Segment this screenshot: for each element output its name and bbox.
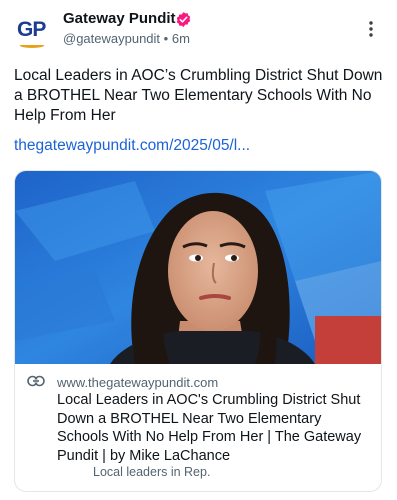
post-time[interactable]: 6m <box>172 31 190 46</box>
account-name[interactable]: Gateway Pundit <box>63 10 176 27</box>
card-domain[interactable]: www.thegatewaypundit.com <box>57 375 218 390</box>
link-preview-card[interactable]: www.thegatewaypundit.com Local Leaders i… <box>14 170 382 492</box>
post: GP Gateway Pundit @gatewaypundit • 6m Lo… <box>0 0 397 500</box>
handle-separator: • <box>163 31 169 46</box>
post-text: Local Leaders in AOC’s Crumbling Distric… <box>14 67 383 124</box>
avatar-logo-text: GP <box>17 18 46 41</box>
account-handle[interactable]: @gatewaypundit <box>63 31 160 46</box>
avatar[interactable]: GP <box>13 12 53 52</box>
post-link[interactable]: thegatewaypundit.com/2025/05/l... <box>14 137 250 155</box>
card-image[interactable] <box>15 171 381 364</box>
avatar-swoosh <box>20 43 44 48</box>
verified-badge-icon <box>176 12 191 27</box>
card-meta: www.thegatewaypundit.com Local Leaders i… <box>15 364 381 491</box>
account-handle-line: @gatewaypundit • 6m <box>63 31 190 46</box>
card-title[interactable]: Local Leaders in AOC's Crumbling Distric… <box>57 391 375 465</box>
more-vertical-icon[interactable] <box>362 20 380 38</box>
link-icon <box>27 375 45 387</box>
card-description: Local leaders in Rep. <box>93 465 211 479</box>
